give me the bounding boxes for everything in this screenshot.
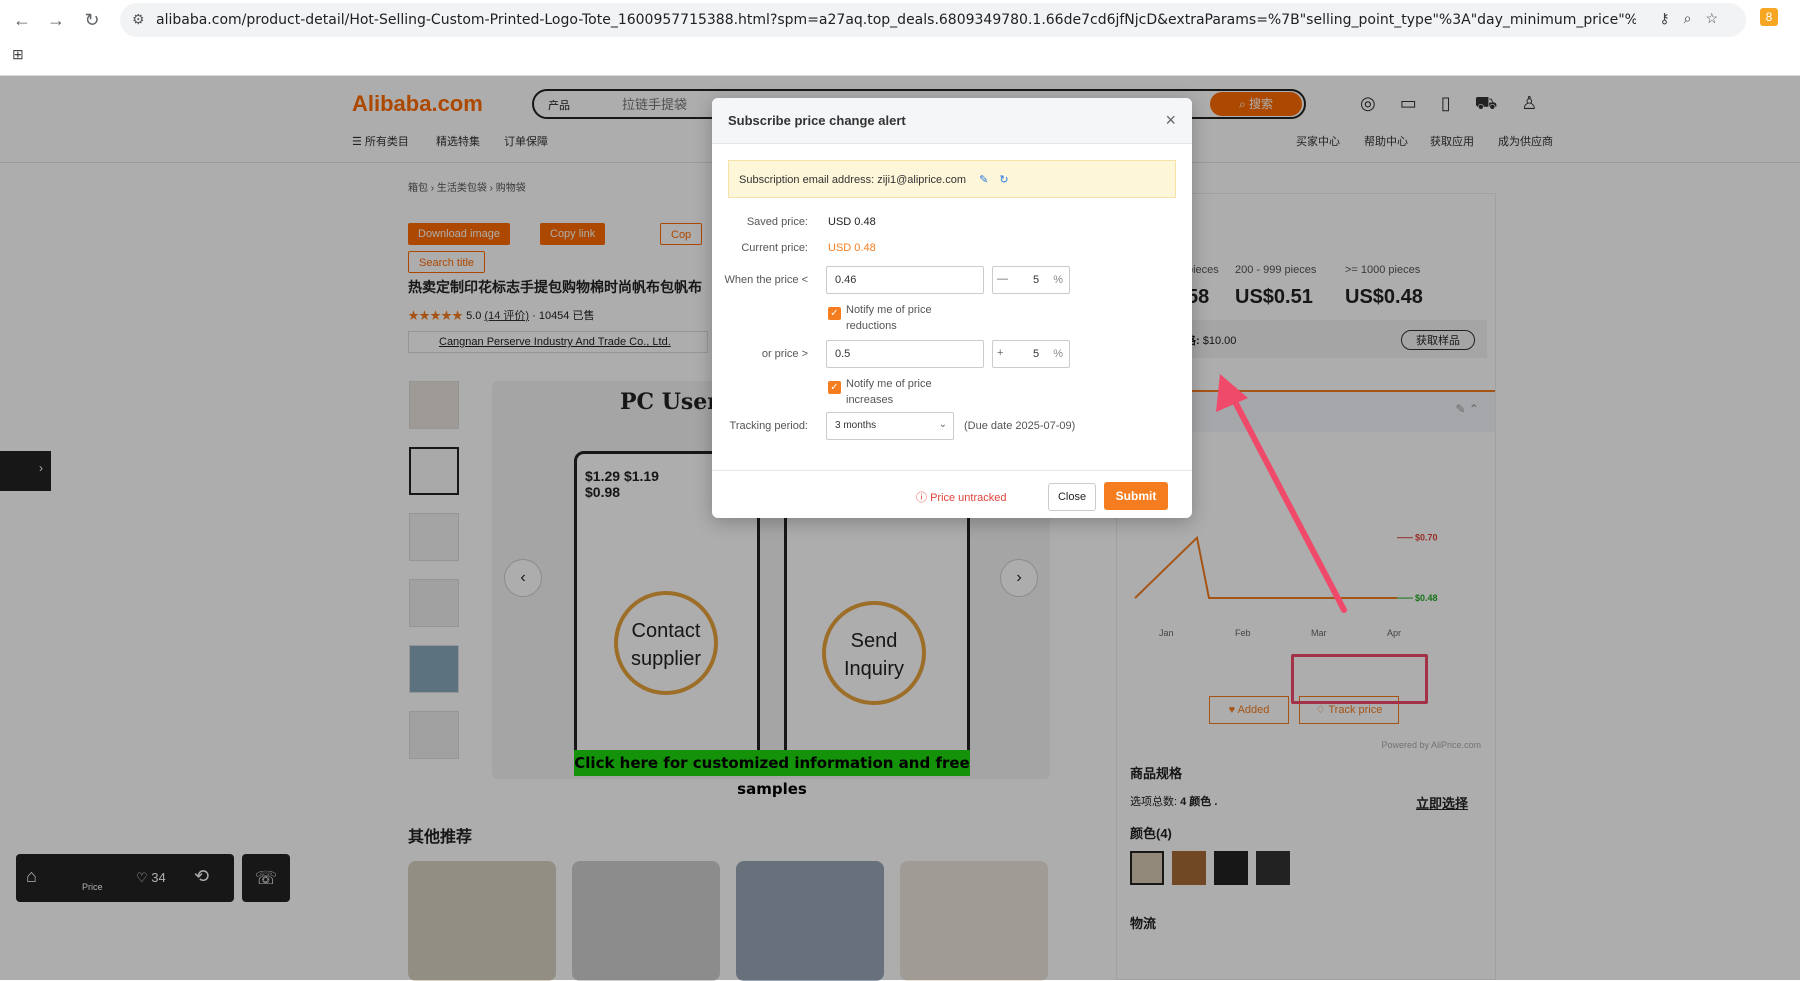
tracking-period-label: Tracking period: <box>729 420 808 432</box>
close-icon[interactable]: × <box>1165 110 1176 131</box>
key-icon[interactable]: ⚷ <box>1659 10 1683 26</box>
price-alert-modal: Subscribe price change alert × Subscript… <box>712 98 1192 518</box>
plus-percent-stepper[interactable]: + 5 % <box>992 340 1070 368</box>
modal-title: Subscribe price change alert <box>728 113 906 128</box>
refresh-icon[interactable]: ↻ <box>999 174 1008 186</box>
saved-price-label: Saved price: <box>746 216 808 228</box>
edit-icon[interactable]: ✎ <box>979 174 988 186</box>
email-value: ziji1@aliprice.com <box>877 174 966 186</box>
current-price-label: Current price: <box>741 242 808 254</box>
close-button[interactable]: Close <box>1048 483 1096 511</box>
notify-reductions-checkbox[interactable]: ✓ <box>828 307 841 320</box>
plus-percent-value: 5 <box>1033 348 1040 360</box>
email-notice: Subscription email address: ziji1@alipri… <box>728 160 1176 198</box>
or-price-label: or price > <box>761 348 808 360</box>
percent-sign: % <box>1053 274 1063 286</box>
notify-increases-label: Notify me of price increases <box>846 378 932 406</box>
alert-icon: ⓘ <box>916 492 931 504</box>
percent-sign: % <box>1053 348 1063 360</box>
plus-icon[interactable]: + <box>997 347 1003 359</box>
untracked-label: Price untracked <box>930 492 1007 504</box>
bookmark-star-icon[interactable]: ☆ <box>1705 10 1732 26</box>
address-bar-icons: ⚷⌕☆ <box>1659 10 1732 27</box>
submit-button[interactable]: Submit <box>1104 482 1168 510</box>
address-bar[interactable]: ⚙ alibaba.com/product-detail/Hot-Selling… <box>120 3 1746 37</box>
back-icon[interactable]: ← <box>10 8 34 32</box>
tracking-period-value: 3 months <box>835 420 877 431</box>
untracked-status: ⓘ Price untracked <box>916 489 1007 505</box>
forward-icon[interactable]: → <box>44 8 68 32</box>
email-label: Subscription email address: <box>739 174 875 186</box>
zoom-icon[interactable]: ⌕ <box>1684 10 1706 26</box>
chevron-down-icon: ⌄ <box>938 419 947 430</box>
current-price-value: USD 0.48 <box>828 242 876 254</box>
site-info-icon[interactable]: ⚙ <box>132 11 145 28</box>
url-text[interactable]: alibaba.com/product-detail/Hot-Selling-C… <box>156 12 1636 28</box>
tracking-period-select[interactable]: 3 months ⌄ <box>826 412 954 440</box>
saved-price-value: USD 0.48 <box>828 216 876 228</box>
due-date: (Due date 2025-07-09) <box>964 420 1076 432</box>
notify-reductions-label: Notify me of price reductions <box>846 304 932 332</box>
when-price-label: When the price < <box>724 274 808 286</box>
or-price-input[interactable]: 0.5 <box>826 340 984 368</box>
browser-chrome: ← → ↻ ⚙ alibaba.com/product-detail/Hot-S… <box>0 0 1800 76</box>
notify-increases-checkbox[interactable]: ✓ <box>828 381 841 394</box>
when-price-input[interactable]: 0.46 <box>826 266 984 294</box>
modal-header: Subscribe price change alert × <box>712 98 1192 144</box>
minus-percent-stepper[interactable]: — 5 % <box>992 266 1070 294</box>
extension-icon[interactable]: 8 <box>1760 8 1778 26</box>
apps-grid-icon[interactable]: ⊞ <box>12 46 24 63</box>
minus-icon[interactable]: — <box>997 273 1008 285</box>
reload-icon[interactable]: ↻ <box>80 8 104 32</box>
modal-footer: ⓘ Price untracked Close Submit <box>712 470 1192 518</box>
minus-percent-value: 5 <box>1033 274 1040 286</box>
